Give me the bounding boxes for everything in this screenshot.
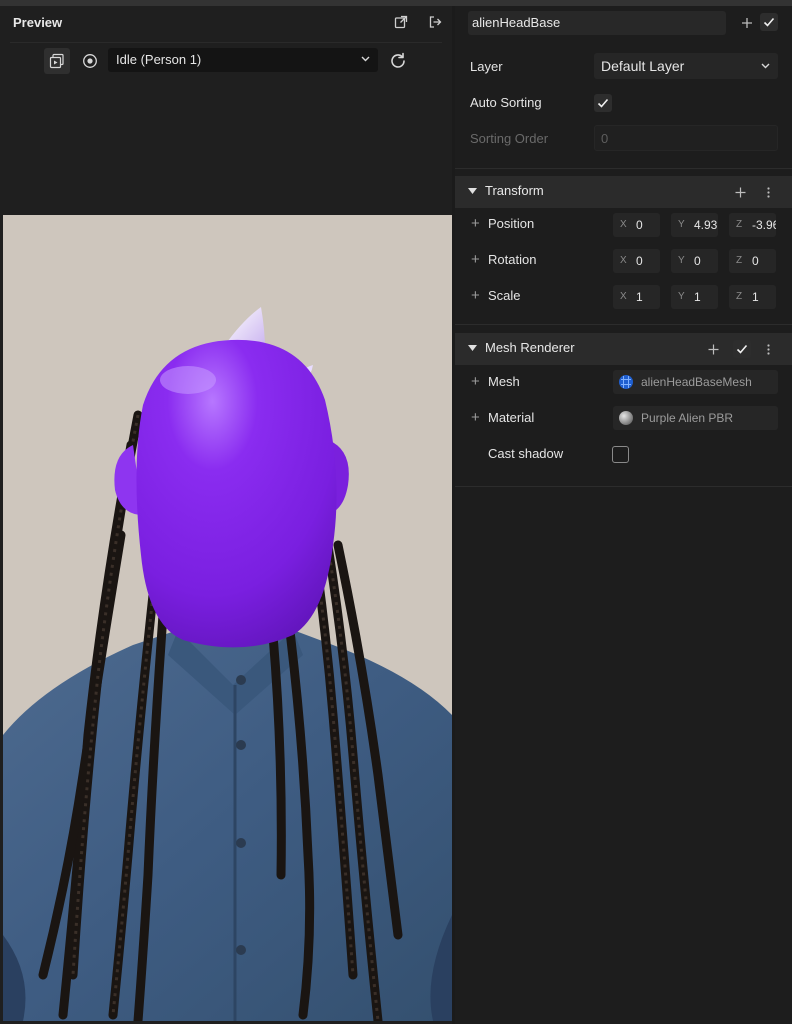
camera-preview-button[interactable] [77, 48, 103, 74]
position-keyframe-icon[interactable]: + [471, 216, 480, 231]
layer-select[interactable]: Default Layer [594, 53, 778, 79]
position-x-value: 0 [636, 218, 643, 232]
axis-label: Y [678, 219, 685, 230]
section-divider [455, 486, 792, 487]
sorting-order-value: 0 [601, 131, 609, 146]
exit-preview-icon[interactable] [428, 15, 442, 29]
transform-more-button[interactable] [760, 184, 778, 202]
video-preview-button[interactable] [44, 48, 70, 74]
object-name-field[interactable]: alienHeadBase [468, 11, 726, 35]
sorting-order-label: Sorting Order [470, 131, 549, 146]
position-y-value: 4.93 [694, 218, 718, 232]
material-asset-name: Purple Alien PBR [641, 411, 734, 425]
axis-label: X [620, 255, 627, 266]
section-divider [455, 324, 792, 325]
chevron-down-icon [761, 63, 770, 69]
scale-y-field[interactable]: Y1 [671, 285, 718, 309]
mesh-label: Mesh [488, 374, 520, 389]
mesh-renderer-enabled-checkbox[interactable] [733, 340, 751, 358]
object-name-text: alienHeadBase [472, 15, 561, 30]
collapse-triangle-icon [468, 188, 477, 194]
mesh-keyframe-icon[interactable]: + [471, 374, 480, 389]
mesh-renderer-more-button[interactable] [760, 341, 778, 359]
media-frames-icon [49, 53, 64, 69]
axis-label: Y [678, 291, 685, 302]
axis-label: Y [678, 255, 685, 266]
preview-scene-image [3, 215, 452, 1021]
cast-shadow-label: Cast shadow [488, 446, 564, 461]
plus-icon [742, 18, 752, 28]
rotation-z-field[interactable]: Z0 [729, 249, 776, 273]
mesh-renderer-add-button[interactable] [705, 341, 723, 359]
plus-icon [735, 187, 746, 198]
checkmark-icon [736, 344, 748, 354]
refresh-icon [391, 52, 405, 68]
collapse-triangle-icon [468, 345, 477, 351]
scale-z-value: 1 [752, 290, 759, 304]
record-target-icon [83, 54, 97, 68]
preview-divider [10, 42, 442, 43]
preview-header: Preview [0, 6, 452, 38]
position-z-field[interactable]: Z -3.96 [729, 213, 776, 237]
checkmark-icon [597, 98, 609, 108]
layer-label: Layer [470, 59, 503, 74]
mesh-asset-name: alienHeadBaseMesh [641, 375, 752, 389]
more-vertical-icon [767, 344, 770, 355]
axis-label: Z [736, 291, 743, 302]
rotation-z-value: 0 [752, 254, 759, 268]
position-label: Position [488, 216, 535, 231]
auto-sorting-label: Auto Sorting [470, 95, 542, 110]
axis-label: X [620, 291, 627, 302]
axis-label: Z [736, 219, 743, 230]
scale-y-value: 1 [694, 290, 701, 304]
refresh-button[interactable] [388, 51, 408, 71]
material-label: Material [488, 410, 535, 425]
preview-panel: Preview Idle (Person 1) [0, 6, 452, 1024]
transform-section-header[interactable]: Transform [455, 176, 792, 208]
mesh-asset-field[interactable]: alienHeadBaseMesh [613, 370, 778, 394]
popout-icon[interactable] [394, 15, 408, 29]
axis-label: X [620, 219, 627, 230]
transform-add-button[interactable] [732, 184, 750, 202]
object-enabled-checkbox[interactable] [760, 13, 778, 31]
mesh-grid-icon [619, 375, 633, 389]
position-y-field[interactable]: Y 4.93 [671, 213, 718, 237]
preview-canvas[interactable] [3, 215, 452, 1021]
position-z-value: -3.96 [752, 218, 776, 232]
scale-x-value: 1 [636, 290, 643, 304]
inspector-panel: alienHeadBase Layer Default Layer Auto S… [455, 6, 792, 1024]
axis-label: Z [736, 255, 743, 266]
rotation-keyframe-icon[interactable]: + [471, 252, 480, 267]
position-x-field[interactable]: X0 [613, 213, 660, 237]
material-sphere-icon [619, 411, 633, 425]
scale-z-field[interactable]: Z1 [729, 285, 776, 309]
add-component-button[interactable] [738, 14, 756, 32]
auto-sorting-checkbox[interactable] [594, 94, 612, 112]
mesh-renderer-section-header[interactable]: Mesh Renderer [455, 333, 792, 365]
rotation-y-field[interactable]: Y0 [671, 249, 718, 273]
animation-dropdown-label: Idle (Person 1) [116, 52, 202, 67]
mesh-renderer-title: Mesh Renderer [485, 340, 575, 355]
layer-value: Default Layer [601, 58, 685, 74]
chevron-down-icon [361, 56, 370, 62]
scale-keyframe-icon[interactable]: + [471, 288, 480, 303]
transform-title: Transform [485, 183, 544, 198]
material-keyframe-icon[interactable]: + [471, 410, 480, 425]
plus-icon [708, 344, 719, 355]
preview-title: Preview [13, 15, 63, 30]
animation-dropdown[interactable]: Idle (Person 1) [108, 48, 378, 72]
section-divider [455, 168, 792, 169]
scale-x-field[interactable]: X1 [613, 285, 660, 309]
checkmark-icon [763, 17, 775, 27]
rotation-label: Rotation [488, 252, 537, 267]
cast-shadow-checkbox[interactable] [612, 446, 629, 463]
scale-label: Scale [488, 288, 521, 303]
rotation-x-field[interactable]: X0 [613, 249, 660, 273]
material-asset-field[interactable]: Purple Alien PBR [613, 406, 778, 430]
more-vertical-icon [767, 187, 770, 198]
rotation-x-value: 0 [636, 254, 643, 268]
sorting-order-field[interactable]: 0 [594, 125, 778, 151]
rotation-y-value: 0 [694, 254, 701, 268]
